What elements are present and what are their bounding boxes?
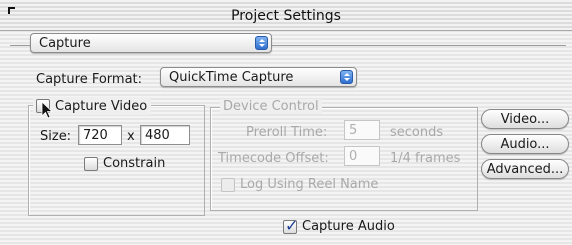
- mouse-pointer-icon: [41, 101, 54, 119]
- capture-video-label: Capture Video: [55, 99, 148, 114]
- category-popup-value: Capture: [39, 36, 91, 51]
- capture-format-label: Capture Format:: [36, 72, 143, 87]
- timecode-offset-label: Timecode Offset:: [218, 151, 329, 166]
- checkmark-icon: ✓: [285, 216, 299, 235]
- log-reel-name-checkbox[interactable]: [221, 178, 235, 192]
- capture-format-popup[interactable]: QuickTime Capture: [160, 67, 357, 87]
- preroll-label: Preroll Time:: [246, 125, 328, 140]
- category-popup[interactable]: Capture: [30, 33, 272, 53]
- audio-settings-button[interactable]: Audio...: [481, 134, 569, 154]
- window-title: Project Settings: [231, 8, 341, 24]
- capture-audio-label: Capture Audio: [302, 219, 395, 234]
- width-field[interactable]: 720: [78, 125, 122, 145]
- preroll-unit: seconds: [390, 125, 444, 140]
- advanced-settings-button[interactable]: Advanced...: [481, 159, 569, 179]
- popup-arrows-icon: [255, 36, 268, 50]
- device-control-title: Device Control: [220, 99, 322, 114]
- window-corner-mark: [8, 7, 15, 14]
- video-settings-button[interactable]: Video...: [481, 109, 569, 129]
- timecode-offset-field[interactable]: 0: [344, 146, 380, 166]
- constrain-label: Constrain: [103, 156, 166, 171]
- capture-format-value: QuickTime Capture: [169, 70, 294, 85]
- capture-audio-checkbox[interactable]: ✓: [283, 216, 298, 235]
- preroll-field[interactable]: 5: [344, 120, 380, 140]
- size-x-label: x: [127, 129, 135, 144]
- timecode-offset-unit: 1/4 frames: [390, 151, 461, 166]
- height-field[interactable]: 480: [140, 125, 190, 145]
- size-label: Size:: [40, 129, 72, 144]
- popup-arrows-icon: [340, 70, 353, 84]
- constrain-checkbox[interactable]: [84, 157, 98, 171]
- log-reel-name-label: Log Using Reel Name: [240, 177, 379, 192]
